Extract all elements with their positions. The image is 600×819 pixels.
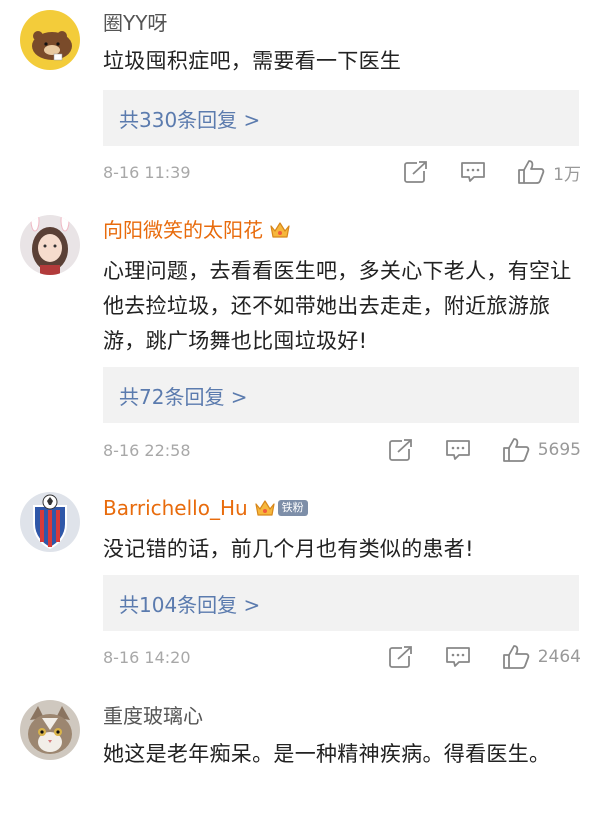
thumbs-up-icon[interactable] xyxy=(502,644,530,670)
comment-content: 没记错的话，前几个月也有类似的患者! xyxy=(103,537,474,561)
share-button[interactable] xyxy=(403,160,429,184)
like-button[interactable]: 2464 xyxy=(502,644,581,670)
like-count: 2464 xyxy=(537,647,581,667)
username-text[interactable]: 向阳微笑的太阳花 xyxy=(103,217,263,243)
like-button[interactable]: 1万 xyxy=(517,159,581,185)
share-button[interactable] xyxy=(388,645,414,669)
username-text[interactable]: Barrichello_Hu xyxy=(103,495,248,521)
comment-icon[interactable] xyxy=(459,160,487,184)
comment-icon[interactable] xyxy=(444,645,472,669)
replies-label[interactable]: 共104条回复 > xyxy=(119,589,260,618)
share-icon[interactable] xyxy=(388,645,414,669)
cat-avatar-icon[interactable] xyxy=(20,700,80,760)
replies-label[interactable]: 共72条回复 > xyxy=(119,381,248,410)
comment-username[interactable]: Barrichello_Hu 铁粉 xyxy=(103,495,308,521)
comment-content: 垃圾囤积症吧，需要看一下医生 xyxy=(103,49,402,73)
like-count: 1万 xyxy=(553,164,581,185)
vip-crown-icon xyxy=(255,500,275,516)
replies-link[interactable]: 共330条回复 > xyxy=(103,90,579,146)
girl-avatar-icon[interactable] xyxy=(20,215,80,275)
share-icon[interactable] xyxy=(388,438,414,462)
replies-link[interactable]: 共104条回复 > xyxy=(103,575,579,631)
comment-button[interactable] xyxy=(444,645,472,669)
thumbs-up-icon[interactable] xyxy=(502,437,530,463)
thumbs-up-icon[interactable] xyxy=(517,159,545,185)
like-button[interactable]: 5695 xyxy=(502,437,581,463)
comment-meta: 8-16 22:58 5695 xyxy=(103,435,581,465)
bear-avatar-icon[interactable] xyxy=(20,10,80,70)
comment-meta: 8-16 14:20 2464 xyxy=(103,642,581,672)
comment-content: 心理问题，去看看医生吧，多关心下老人，有空让他去捡垃圾，还不如带她出去走走，附近… xyxy=(103,259,572,353)
comment-username[interactable]: 圈YY呀 xyxy=(103,10,167,36)
comment-username[interactable]: 向阳微笑的太阳花 xyxy=(103,217,291,243)
comment-time: 8-16 11:39 xyxy=(103,162,191,182)
comment-content: 她这是老年痴呆。是一种精神疾病。得看医生。 xyxy=(103,742,551,766)
comment-username[interactable]: 重度玻璃心 xyxy=(103,703,203,729)
comment-button[interactable] xyxy=(444,438,472,462)
username-text[interactable]: 圈YY呀 xyxy=(103,10,167,36)
football-club-avatar-icon[interactable] xyxy=(20,492,80,552)
share-button[interactable] xyxy=(388,438,414,462)
comment-time: 8-16 14:20 xyxy=(103,647,191,667)
comment-button[interactable] xyxy=(459,160,487,184)
replies-link[interactable]: 共72条回复 > xyxy=(103,367,579,423)
comment-icon[interactable] xyxy=(444,438,472,462)
replies-label[interactable]: 共330条回复 > xyxy=(119,104,260,133)
like-count: 5695 xyxy=(537,440,581,460)
fan-badge: 铁粉 xyxy=(277,500,308,516)
username-text[interactable]: 重度玻璃心 xyxy=(103,703,203,729)
share-icon[interactable] xyxy=(403,160,429,184)
vip-crown-icon xyxy=(270,222,290,238)
comment-meta: 8-16 11:39 1万 xyxy=(103,157,581,187)
comment-time: 8-16 22:58 xyxy=(103,440,191,460)
